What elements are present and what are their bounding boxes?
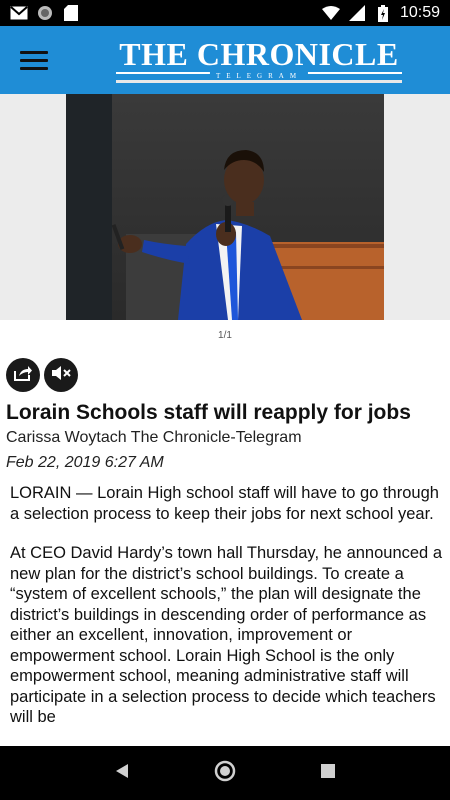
article-byline: Carissa Woytach The Chronicle-Telegram [6, 429, 302, 446]
home-circle-icon [214, 760, 236, 787]
back-triangle-icon [115, 763, 129, 784]
share-button[interactable] [6, 358, 40, 392]
share-icon [14, 365, 32, 386]
logo-rule: TELEGRAM [116, 72, 402, 83]
cell-signal-icon [348, 5, 366, 21]
menu-line [20, 50, 48, 54]
article-photo[interactable] [66, 94, 384, 320]
article-body: LORAIN — Lorain High school staff will h… [10, 483, 442, 747]
article-paragraph: At CEO David Hardy’s town hall Thursday,… [10, 544, 442, 726]
article-actions [6, 358, 78, 392]
article-paragraph: LORAIN — Lorain High school staff will h… [10, 484, 439, 523]
system-nav-bar [0, 746, 450, 800]
logo-subtitle: TELEGRAM [209, 72, 309, 80]
wifi-icon [321, 5, 340, 21]
sd-card-icon [62, 5, 80, 21]
article-headline: Lorain Schools staff will reapply for jo… [6, 401, 411, 424]
recents-button[interactable] [308, 753, 348, 793]
photo-gallery[interactable] [0, 94, 450, 320]
speaker-mute-icon [51, 365, 71, 386]
gallery-counter: 1/1 [218, 330, 232, 341]
menu-line [20, 66, 48, 70]
clock: 10:59 [399, 4, 440, 21]
status-bar: 10:59 [0, 0, 450, 26]
menu-line [20, 58, 48, 62]
gmail-icon [10, 5, 28, 21]
audio-mute-button[interactable] [44, 358, 78, 392]
app-header: THE CHRONICLE TELEGRAM [0, 26, 450, 94]
battery-charging-icon [374, 4, 392, 22]
hamburger-menu-button[interactable] [14, 44, 54, 76]
home-button[interactable] [205, 753, 245, 793]
recents-square-icon [321, 763, 336, 783]
back-button[interactable] [102, 753, 142, 793]
chronicle-logo[interactable]: THE CHRONICLE TELEGRAM [116, 38, 402, 84]
circle-app-icon [36, 5, 54, 21]
logo-title: THE CHRONICLE [119, 36, 399, 72]
article-date: Feb 22, 2019 6:27 AM [6, 454, 164, 471]
